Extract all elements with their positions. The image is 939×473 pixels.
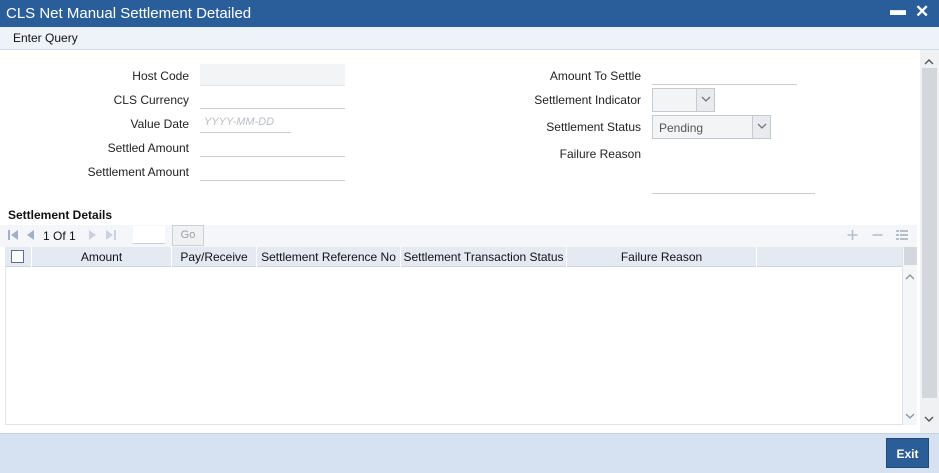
prev-page-icon[interactable] [25, 228, 35, 245]
cls-currency-field[interactable] [200, 87, 345, 109]
page-vertical-scrollbar[interactable] [920, 50, 939, 433]
settlement-indicator-select[interactable] [652, 88, 715, 112]
grid-body [5, 267, 902, 425]
column-settlement-reference-no[interactable]: Settlement Reference No [257, 247, 401, 267]
grid-toolbar: 1 Of 1 Go [0, 225, 917, 247]
chevron-down-icon[interactable] [752, 116, 770, 138]
go-button[interactable]: Go [172, 225, 204, 246]
column-pay-receive[interactable]: Pay/Receive [172, 247, 257, 267]
column-amount[interactable]: Amount [32, 247, 172, 267]
failure-reason-label: Failure Reason [559, 147, 641, 161]
column-failure-reason[interactable]: Failure Reason [567, 247, 757, 267]
grid-header: Amount Pay/Receive Settlement Reference … [5, 247, 902, 267]
minimize-icon[interactable]: ▬ [890, 2, 906, 20]
host-code-field[interactable] [200, 64, 345, 86]
list-view-icon[interactable] [895, 228, 909, 245]
settlement-amount-field[interactable] [200, 159, 345, 181]
total-pages: 1 [69, 229, 76, 243]
host-code-label: Host Code [132, 69, 189, 83]
plus-icon[interactable] [846, 228, 859, 245]
amount-to-settle-field[interactable] [652, 63, 797, 85]
window-titlebar: CLS Net Manual Settlement Detailed ▬ ✕ [0, 0, 939, 27]
value-date-field[interactable] [200, 111, 291, 133]
settlement-status-select[interactable]: Pending [652, 115, 771, 139]
last-page-icon[interactable] [105, 228, 117, 245]
settlement-indicator-label: Settlement Indicator [534, 93, 641, 107]
main-content: Host Code CLS Currency Value Date Settle… [0, 50, 939, 433]
first-page-icon[interactable] [7, 228, 19, 245]
failure-reason-field[interactable] [652, 172, 815, 194]
value-date-label: Value Date [130, 117, 189, 131]
settlement-details-title: Settlement Details [8, 208, 113, 222]
window-title: CLS Net Manual Settlement Detailed [6, 5, 252, 22]
enter-query-menu-item[interactable]: Enter Query [13, 31, 78, 45]
cls-currency-label: CLS Currency [113, 93, 189, 107]
grid-vertical-scrollbar[interactable] [902, 247, 917, 425]
exit-button[interactable]: Exit [886, 438, 929, 468]
current-page: 1 [43, 229, 50, 243]
amount-to-settle-label: Amount To Settle [549, 69, 641, 83]
footer-bar: Exit [0, 433, 939, 473]
minus-icon[interactable] [871, 228, 884, 245]
scroll-down-icon[interactable] [905, 409, 915, 423]
scroll-down-icon[interactable] [924, 412, 934, 426]
of-label: Of [53, 229, 66, 243]
page-number-input[interactable] [133, 226, 165, 244]
scroll-up-icon[interactable] [905, 269, 915, 283]
next-page-icon[interactable] [88, 228, 98, 245]
column-settlement-transaction-status[interactable]: Settlement Transaction Status [401, 247, 567, 267]
page-scroll-thumb[interactable] [922, 68, 937, 398]
settled-amount-field[interactable] [200, 135, 345, 157]
close-icon[interactable]: ✕ [915, 2, 929, 22]
chevron-down-icon[interactable] [696, 89, 714, 111]
settled-amount-label: Settled Amount [107, 141, 189, 155]
scroll-up-icon[interactable] [924, 54, 934, 68]
select-all-checkbox[interactable] [11, 250, 24, 263]
grid-scroll-thumb[interactable] [904, 247, 917, 265]
select-all-cell [5, 247, 32, 267]
pagination-text: 1 Of 1 [43, 229, 76, 243]
menu-bar: Enter Query [0, 27, 939, 50]
settlement-status-value: Pending [659, 121, 704, 135]
settlement-amount-label: Settlement Amount [87, 165, 189, 179]
settlement-status-label: Settlement Status [546, 120, 641, 134]
